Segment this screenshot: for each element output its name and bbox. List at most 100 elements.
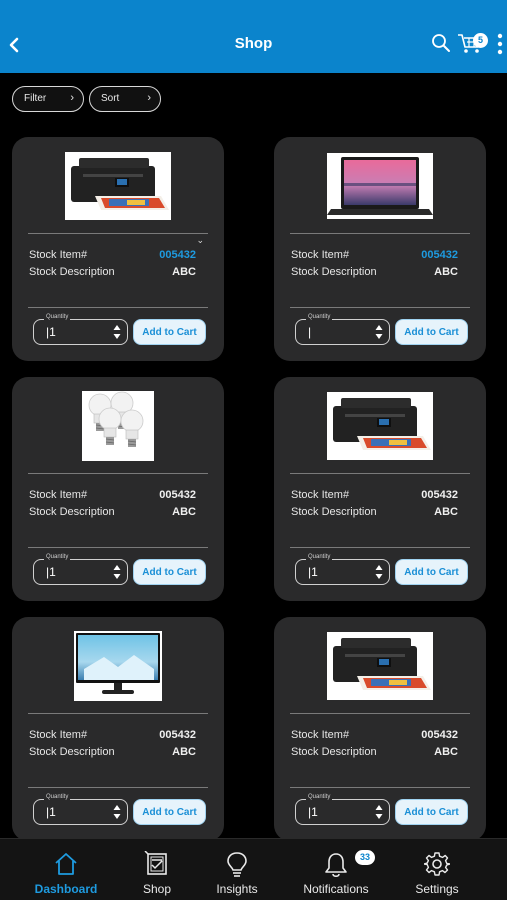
stock-item-value: 005432 xyxy=(159,249,196,261)
stock-description-value: ABC xyxy=(434,266,458,278)
stepper-arrows-icon[interactable] xyxy=(113,564,121,580)
stock-item-value: 005432 xyxy=(421,729,458,741)
product-image-bulbs[interactable] xyxy=(82,391,154,461)
quantity-stepper[interactable]: Quantity |1 xyxy=(295,794,390,825)
quantity-stepper[interactable]: Quantity |1 xyxy=(295,554,390,585)
product-card[interactable]: Stock Item# 005432 Stock Description ABC… xyxy=(274,617,486,841)
tab-shop[interactable]: Shop xyxy=(128,839,186,900)
stepper-arrows-icon[interactable] xyxy=(375,804,383,820)
stock-description-label: Stock Description xyxy=(291,746,377,758)
stock-description-value: ABC xyxy=(434,746,458,758)
stock-item-label: Stock Item# xyxy=(291,489,350,501)
stock-description-label: Stock Description xyxy=(29,746,115,758)
divider xyxy=(290,473,470,474)
quantity-value[interactable]: |1 xyxy=(46,565,56,579)
bell-icon xyxy=(325,853,347,878)
chevron-down-icon[interactable]: ⌄ xyxy=(196,235,204,246)
cart-count-badge: 5 xyxy=(473,33,488,48)
product-image-monitor[interactable] xyxy=(74,631,162,701)
tab-dashboard[interactable]: Dashboard xyxy=(27,839,105,900)
divider xyxy=(28,713,208,714)
bottom-nav: Dashboard Shop Insights 33 Notifications… xyxy=(0,838,507,900)
stock-description-value: ABC xyxy=(172,266,196,278)
product-card[interactable]: ⌄ Stock Item# 005432 Stock Description A… xyxy=(12,137,224,361)
quantity-stepper[interactable]: Quantity | xyxy=(295,314,390,345)
quantity-label: Quantity xyxy=(306,314,333,320)
quantity-value[interactable]: | xyxy=(308,325,311,339)
divider xyxy=(290,713,470,714)
product-card[interactable]: Stock Item# 005432 Stock Description ABC… xyxy=(12,617,224,841)
tab-notifications-label: Notifications xyxy=(303,882,369,896)
product-image-laptop[interactable] xyxy=(327,153,433,219)
add-to-cart-button[interactable]: Add to Cart xyxy=(133,559,206,585)
tab-shop-label: Shop xyxy=(142,882,172,896)
quantity-value[interactable]: |1 xyxy=(308,805,318,819)
add-to-cart-button[interactable]: Add to Cart xyxy=(395,319,468,345)
sort-button[interactable]: Sort › xyxy=(89,86,161,112)
divider xyxy=(28,233,208,234)
quantity-value[interactable]: |1 xyxy=(308,565,318,579)
product-card[interactable]: Stock Item# 005432 Stock Description ABC… xyxy=(12,377,224,601)
stepper-arrows-icon[interactable] xyxy=(375,324,383,340)
stock-description-value: ABC xyxy=(172,506,196,518)
tab-insights-label: Insights xyxy=(216,882,258,896)
add-to-cart-button[interactable]: Add to Cart xyxy=(395,559,468,585)
quantity-stepper[interactable]: Quantity |1 xyxy=(33,554,128,585)
stock-item-label: Stock Item# xyxy=(29,249,88,261)
stock-description-value: ABC xyxy=(434,506,458,518)
divider xyxy=(290,233,470,234)
quantity-stepper[interactable]: Quantity |1 xyxy=(33,314,128,345)
quantity-stepper[interactable]: Quantity |1 xyxy=(33,794,128,825)
quantity-label: Quantity xyxy=(44,314,71,320)
product-image-printer[interactable] xyxy=(327,392,433,460)
filter-label: Filter xyxy=(24,93,47,104)
stock-item-label: Stock Item# xyxy=(291,729,350,741)
divider xyxy=(290,307,470,308)
stock-item-label: Stock Item# xyxy=(291,249,350,261)
product-image-printer[interactable] xyxy=(65,152,171,220)
tab-insights[interactable]: Insights xyxy=(207,839,267,900)
stock-description-label: Stock Description xyxy=(291,266,377,278)
product-card[interactable]: Stock Item# 005432 Stock Description ABC… xyxy=(274,377,486,601)
lightbulb-icon xyxy=(227,852,247,877)
quantity-label: Quantity xyxy=(306,794,333,800)
quantity-label: Quantity xyxy=(306,554,333,560)
quantity-value[interactable]: |1 xyxy=(46,325,56,339)
add-to-cart-button[interactable]: Add to Cart xyxy=(395,799,468,825)
stock-item-value: 005432 xyxy=(159,729,196,741)
stock-description-label: Stock Description xyxy=(29,506,115,518)
stock-item-label: Stock Item# xyxy=(29,489,88,501)
divider xyxy=(28,787,208,788)
add-to-cart-button[interactable]: Add to Cart xyxy=(133,799,206,825)
more-icon[interactable] xyxy=(496,33,504,55)
stock-description-value: ABC xyxy=(172,746,196,758)
product-image-printer[interactable] xyxy=(327,632,433,700)
sort-label: Sort xyxy=(101,93,120,104)
home-icon xyxy=(55,853,77,875)
gear-icon xyxy=(424,852,450,876)
app-header: Shop 5 xyxy=(0,0,507,73)
divider xyxy=(28,473,208,474)
stepper-arrows-icon[interactable] xyxy=(375,564,383,580)
search-icon[interactable] xyxy=(431,33,451,53)
stock-description-label: Stock Description xyxy=(29,266,115,278)
add-to-cart-button[interactable]: Add to Cart xyxy=(133,319,206,345)
tab-settings-label: Settings xyxy=(415,882,459,896)
stock-description-label: Stock Description xyxy=(291,506,377,518)
stock-item-label: Stock Item# xyxy=(29,729,88,741)
chevron-right-icon: › xyxy=(70,92,74,104)
quantity-label: Quantity xyxy=(44,794,71,800)
stock-item-value: 005432 xyxy=(421,249,458,261)
chevron-right-icon: › xyxy=(147,92,151,104)
stepper-arrows-icon[interactable] xyxy=(113,324,121,340)
divider xyxy=(290,787,470,788)
filter-button[interactable]: Filter › xyxy=(12,86,84,112)
quantity-value[interactable]: |1 xyxy=(46,805,56,819)
tab-notifications[interactable]: 33 Notifications xyxy=(297,839,375,900)
divider xyxy=(290,547,470,548)
product-card[interactable]: Stock Item# 005432 Stock Description ABC… xyxy=(274,137,486,361)
tab-settings[interactable]: Settings xyxy=(409,839,465,900)
divider xyxy=(28,307,208,308)
stepper-arrows-icon[interactable] xyxy=(113,804,121,820)
divider xyxy=(28,547,208,548)
